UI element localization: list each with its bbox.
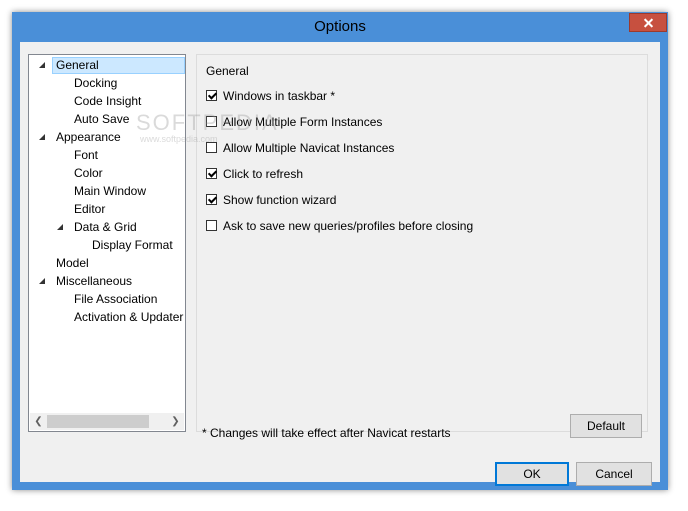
tree-item-label: File Association — [74, 292, 158, 306]
expand-arrow-icon[interactable] — [39, 134, 45, 140]
tree-item-label: Appearance — [56, 130, 121, 144]
close-button[interactable] — [629, 13, 667, 32]
option-checkbox[interactable] — [206, 194, 217, 205]
tree-item[interactable]: Font — [74, 147, 98, 164]
tree-item[interactable]: Code Insight — [74, 93, 141, 110]
tree-item[interactable]: Color — [74, 165, 103, 182]
tree-item[interactable]: Model — [56, 255, 89, 272]
title-bar[interactable]: Options — [12, 12, 668, 42]
tree-item-label: Color — [74, 166, 103, 180]
cancel-button[interactable]: Cancel — [576, 462, 652, 486]
tree-item[interactable]: Display Format — [92, 237, 173, 254]
expand-arrow-icon[interactable] — [39, 62, 45, 68]
option-label: Ask to save new queries/profiles before … — [223, 219, 474, 233]
tree-item[interactable]: Activation & Updater — [74, 309, 183, 326]
ok-button[interactable]: OK — [495, 462, 569, 486]
expand-arrow-icon[interactable] — [57, 224, 63, 230]
tree-item[interactable]: Miscellaneous — [56, 273, 132, 290]
watermark-url: www.softpedia.com — [140, 134, 218, 144]
option-label: Allow Multiple Navicat Instances — [223, 141, 395, 155]
watermark-logo: SOFTPEDIA — [136, 110, 279, 135]
tree-item[interactable]: Main Window — [74, 183, 146, 200]
tree-item-label: Docking — [74, 76, 118, 90]
tree-item[interactable]: General — [52, 57, 185, 74]
expand-arrow-icon[interactable] — [39, 278, 45, 284]
tree-item-label: Activation & Updater — [74, 310, 184, 324]
option-checkbox[interactable] — [206, 220, 217, 231]
scroll-thumb[interactable] — [47, 415, 149, 428]
tree-item[interactable]: Auto Save — [74, 111, 129, 128]
tree-item-label: Editor — [74, 202, 106, 216]
options-window: Options General Docking Code Insight Auto S… — [12, 12, 668, 490]
tree-item-label: Main Window — [74, 184, 147, 198]
tree-item-label: Auto Save — [74, 112, 130, 126]
option-label: Show function wizard — [223, 193, 337, 207]
tree-item[interactable]: Editor — [74, 201, 105, 218]
tree-item-label: Code Insight — [74, 94, 142, 108]
tree-item-label: Font — [74, 148, 99, 162]
scroll-left-icon[interactable]: ❮ — [30, 413, 47, 430]
general-group-label: General — [204, 64, 251, 78]
tree-item[interactable]: Appearance — [56, 129, 121, 146]
scroll-right-icon[interactable]: ❯ — [167, 413, 184, 430]
tree-item[interactable]: Data & Grid — [74, 219, 137, 236]
horizontal-scrollbar[interactable]: ❮ ❯ — [30, 413, 184, 430]
window-title: Options — [314, 18, 366, 35]
default-button[interactable]: Default — [570, 414, 642, 438]
tree-item-label: General — [56, 58, 99, 72]
option-label: Click to refresh — [223, 167, 304, 181]
tree-item[interactable]: File Association — [74, 291, 157, 308]
option-checkbox[interactable] — [206, 90, 217, 101]
tree-item-label: Display Format — [92, 238, 173, 252]
tree-item-label: Data & Grid — [74, 220, 137, 234]
dialog-body: General Docking Code Insight Auto Save Appea… — [20, 42, 660, 486]
tree-item-label: Model — [56, 256, 89, 270]
restart-note: * Changes will take effect after Navicat… — [202, 426, 451, 440]
tree-item-label: Miscellaneous — [56, 274, 133, 288]
option-label: Windows in taskbar * — [223, 89, 336, 103]
tree-item[interactable]: Docking — [74, 75, 117, 92]
option-checkbox[interactable] — [206, 168, 217, 179]
